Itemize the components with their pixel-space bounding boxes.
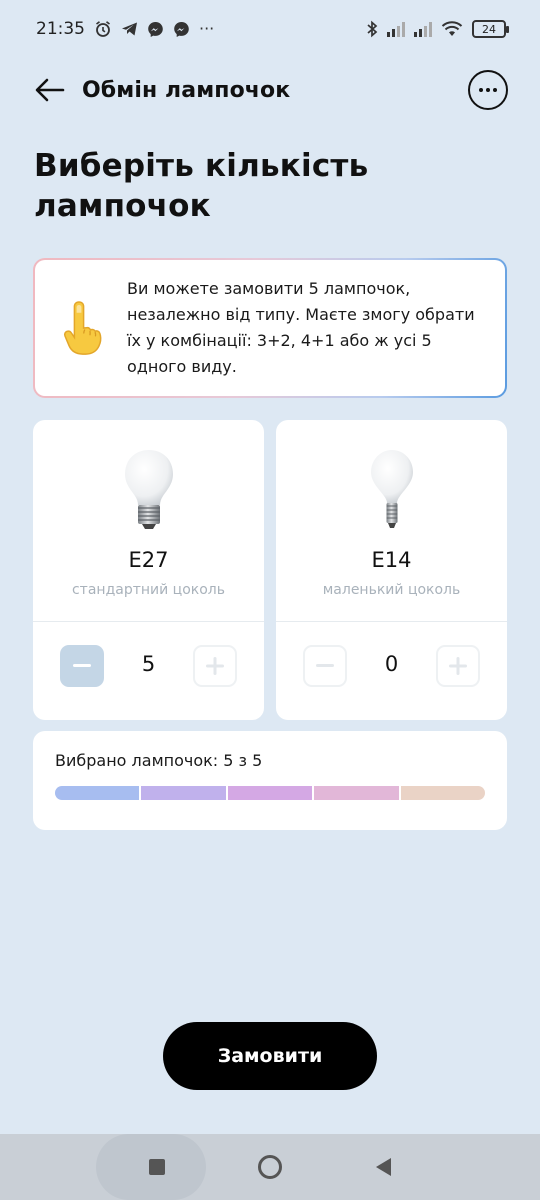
header: Обмін лампочок xyxy=(0,62,540,118)
info-card: Ви можете замовити 5 лампочок, незалежно… xyxy=(33,258,507,398)
pointing-finger-icon xyxy=(63,301,102,355)
plus-icon xyxy=(206,657,224,675)
messenger-icon xyxy=(174,21,189,37)
progress-segment xyxy=(227,786,313,800)
recents-square-icon xyxy=(148,1159,165,1175)
bulb-type-label: E14 xyxy=(371,548,412,572)
status-left: 21:35 ··· xyxy=(36,19,214,39)
system-nav-bar xyxy=(0,1134,540,1200)
battery-icon: 24 xyxy=(472,20,509,38)
bulb-card-e14: E14 маленький цоколь 0 xyxy=(276,420,507,720)
page-title: Виберіть кількість лампочок xyxy=(34,148,369,224)
info-text: Ви можете замовити 5 лампочок, незалежно… xyxy=(127,279,475,376)
dot-icon xyxy=(479,88,483,92)
bulb-card-e27: E27 стандартний цоколь 5 xyxy=(33,420,264,720)
bulb-description: стандартний цоколь xyxy=(71,582,225,598)
divider xyxy=(33,621,264,622)
signal-icon xyxy=(414,21,432,37)
back-button[interactable] xyxy=(32,72,68,108)
recents-button[interactable] xyxy=(137,1147,177,1187)
telegram-icon xyxy=(122,22,137,36)
wifi-icon xyxy=(441,21,463,36)
header-title: Обмін лампочок xyxy=(82,77,291,103)
bulb-e27-image xyxy=(124,450,173,529)
more-options-button[interactable] xyxy=(468,70,508,110)
alarm-icon xyxy=(96,21,110,37)
selection-summary-text: Вибрано лампочок: 5 з 5 xyxy=(55,751,263,770)
increase-button[interactable] xyxy=(193,645,237,687)
plus-icon xyxy=(449,657,467,675)
progress-segment xyxy=(141,786,226,800)
arrow-left-icon xyxy=(35,78,65,102)
bulb-e14-image xyxy=(370,450,413,528)
bulb-type-label: E27 xyxy=(128,548,169,572)
home-circle-icon xyxy=(257,1155,282,1179)
progress-segment xyxy=(400,786,485,800)
status-time: 21:35 xyxy=(36,19,85,39)
status-right: 24 xyxy=(366,20,509,38)
progress-segment xyxy=(55,786,140,800)
home-button[interactable] xyxy=(250,1147,290,1187)
order-button[interactable]: Замовити xyxy=(163,1022,377,1090)
dot-icon xyxy=(486,88,490,92)
selection-progress-bar xyxy=(55,786,485,800)
back-triangle-icon xyxy=(376,1158,392,1176)
divider xyxy=(276,621,507,622)
selection-summary-card: Вибрано лампочок: 5 з 5 xyxy=(33,731,507,830)
progress-segment xyxy=(314,786,399,800)
signal-icon xyxy=(387,21,405,37)
dot-icon xyxy=(493,88,497,92)
status-bar: 21:35 ··· 24 xyxy=(0,0,540,58)
bluetooth-icon xyxy=(367,20,378,38)
more-dots-icon: ··· xyxy=(199,19,215,38)
increase-button[interactable] xyxy=(436,645,480,687)
messenger-icon xyxy=(148,21,163,37)
bulb-description: маленький цоколь xyxy=(322,582,461,598)
back-nav-button[interactable] xyxy=(363,1147,403,1187)
